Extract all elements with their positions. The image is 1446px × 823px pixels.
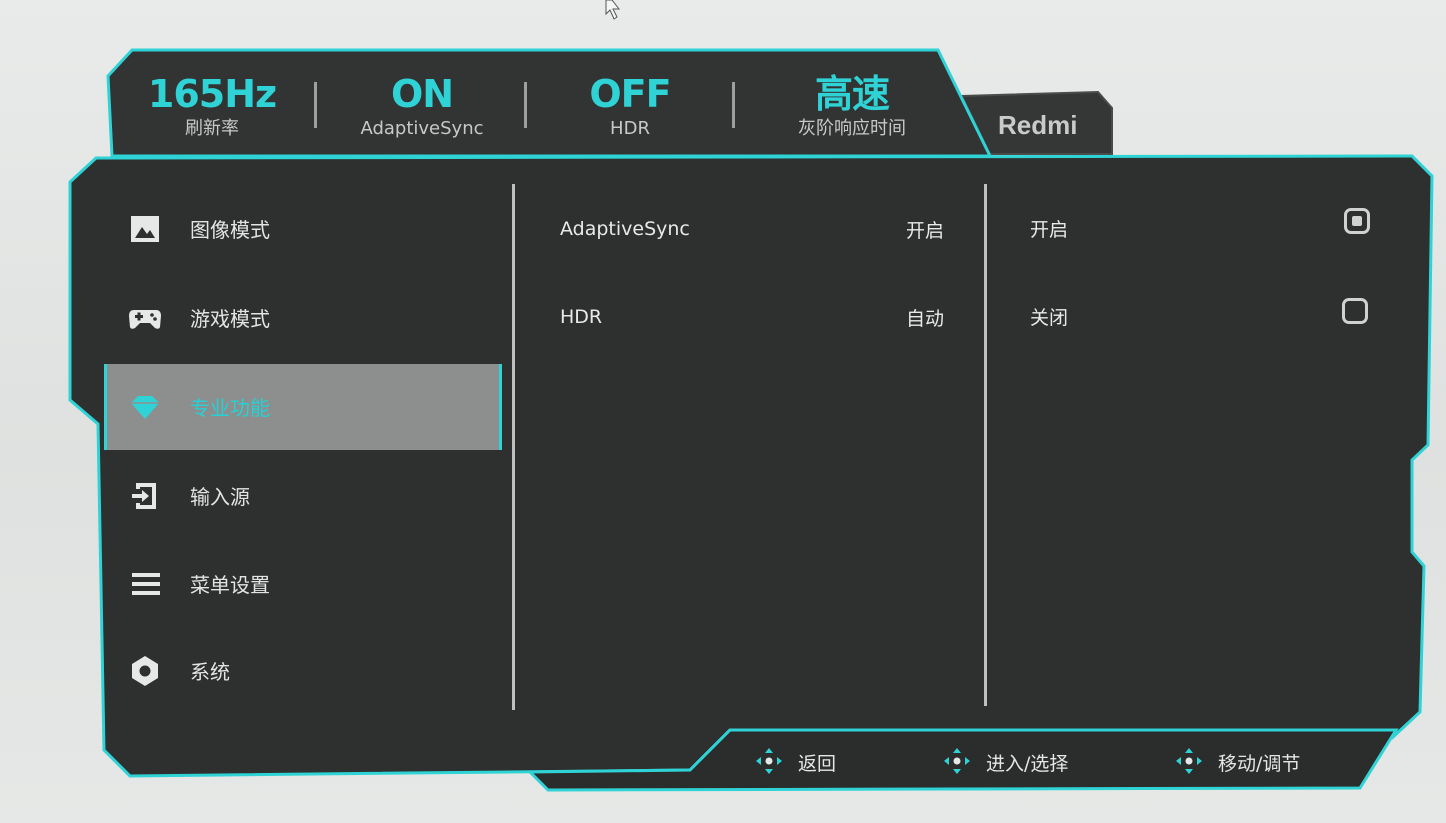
refresh-rate-value: 165Hz xyxy=(147,72,277,116)
refresh-rate-stat: 165Hz 刷新率 xyxy=(112,74,312,140)
sidebar-item-label: 系统 xyxy=(190,660,230,684)
dpad-icon xyxy=(944,748,970,774)
status-separator xyxy=(524,82,527,128)
radio-dot xyxy=(1352,216,1362,226)
brand-logo: Redmi xyxy=(998,110,1078,140)
menu-icon xyxy=(132,573,160,595)
adaptivesync-stat: ON AdaptiveSync xyxy=(322,74,522,140)
option-label: 开启 xyxy=(1030,219,1069,241)
status-separator xyxy=(732,82,735,128)
sidebar-item-input-source[interactable]: 输入源 xyxy=(104,453,502,539)
sidebar-item-label: 游戏模式 xyxy=(190,307,270,331)
gamepad-icon xyxy=(129,310,161,329)
active-indicator xyxy=(104,364,107,450)
active-indicator xyxy=(499,364,502,450)
input-source-icon xyxy=(132,483,156,509)
refresh-rate-label: 刷新率 xyxy=(185,118,239,139)
adaptivesync-value: ON xyxy=(390,72,454,116)
setting-label: HDR xyxy=(560,306,603,328)
setting-value: 开启 xyxy=(905,220,944,242)
status-separator xyxy=(314,82,317,128)
diamond-icon xyxy=(131,396,159,419)
adaptivesync-label: AdaptiveSync xyxy=(360,118,484,139)
image-icon xyxy=(131,216,159,242)
hdr-label: HDR xyxy=(610,118,650,139)
hexagon-icon xyxy=(132,656,158,686)
sidebar-item-label: 菜单设置 xyxy=(190,573,270,597)
sidebar-item-system[interactable]: 系统 xyxy=(104,628,502,714)
hint-label: 进入/选择 xyxy=(986,753,1069,775)
response-time-value: 高速 xyxy=(814,72,890,116)
column-divider xyxy=(512,184,515,710)
setting-label: AdaptiveSync xyxy=(560,218,690,240)
sidebar-item-label: 输入源 xyxy=(190,485,250,509)
dpad-icon xyxy=(1176,748,1202,774)
radio-selected-icon[interactable] xyxy=(1344,208,1370,234)
sidebar-item-menu-settings[interactable]: 菜单设置 xyxy=(104,541,502,627)
response-time-stat: 高速 灰阶响应时间 xyxy=(752,74,952,140)
sidebar-item-pro-features[interactable]: 专业功能 xyxy=(104,364,502,450)
hint-label: 返回 xyxy=(798,753,837,775)
hint-label: 移动/调节 xyxy=(1218,753,1301,775)
sidebar-item-label: 图像模式 xyxy=(190,218,270,242)
sidebar-item-game-mode[interactable]: 游戏模式 xyxy=(104,275,502,361)
hdr-stat: OFF HDR xyxy=(530,74,730,140)
response-time-label: 灰阶响应时间 xyxy=(798,118,906,139)
column-divider xyxy=(984,184,987,706)
sidebar-item-label: 专业功能 xyxy=(190,396,270,420)
setting-value: 自动 xyxy=(905,308,944,330)
radio-unselected-icon[interactable] xyxy=(1342,298,1368,324)
mouse-cursor-icon xyxy=(605,0,621,20)
sidebar-item-picture-mode[interactable]: 图像模式 xyxy=(104,186,502,272)
hdr-value: OFF xyxy=(589,72,671,116)
option-label: 关闭 xyxy=(1030,307,1069,329)
dpad-icon xyxy=(756,748,782,774)
